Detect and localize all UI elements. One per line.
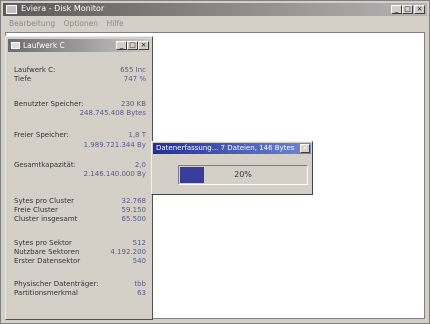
menu-bar: Bearbeitung Optionen Hilfe [3, 18, 427, 30]
free-clusters-value: 59.150 [121, 206, 147, 214]
bytes-per-sector-value: 512 [132, 239, 146, 247]
drive-row: Laufwerk C: 655 Inc [14, 66, 146, 75]
sectors-per-cluster-label: Sytes pro Cluster [14, 197, 75, 205]
depth-row: Tiefe 747 % [14, 75, 146, 84]
app-icon [6, 5, 17, 14]
physical-carrier-row: Physischer Datenträger: tbb [14, 280, 146, 289]
main-window-title: Eviera - Disk Monitor [21, 4, 105, 13]
clusters-total-label: Cluster insgesamt [14, 215, 78, 223]
depth-value: 747 % [123, 75, 146, 83]
physical-carrier-label: Physischer Datenträger: [14, 280, 99, 288]
drive-window-title-bar[interactable]: Laufwerk C _ □ × [8, 39, 150, 52]
used-row: Benutzter Speicher: 230 KB [14, 100, 146, 109]
usable-sectors-row: Nutzbare Sektoren 4.192.200 [14, 248, 146, 257]
main-title-bar[interactable]: Eviera - Disk Monitor _ □ × [3, 3, 427, 16]
drive-label: Laufwerk C: [14, 66, 56, 74]
clusters-total-row: Cluster insgesamt 65.500 [14, 215, 146, 224]
capacity-row: Gesamtkapazität: 2,0 [14, 161, 146, 170]
usable-sectors-value: 4.192.200 [110, 248, 146, 256]
usable-sectors-label: Nutzbare Sektoren [14, 248, 80, 256]
drive-window-title: Laufwerk C [23, 41, 65, 50]
partition-label: Partitionsmerkmal [14, 289, 78, 297]
drive-close-button[interactable]: × [138, 41, 149, 50]
free-value: 1,8 T [128, 131, 146, 139]
bytes-per-sector-label: Sytes pro Sektor [14, 239, 72, 247]
progress-dialog-title: Datenerfassung... 7 Dateien, 146 Bytes [156, 144, 295, 152]
progress-dialog-title-bar[interactable]: Datenerfassung... 7 Dateien, 146 Bytes × [153, 143, 311, 154]
drive-minimize-button[interactable]: _ [116, 41, 127, 50]
depth-label: Tiefe [14, 75, 32, 83]
drive-info-window: Laufwerk C _ □ × Laufwerk C: 655 Inc Tie… [5, 36, 153, 320]
minimize-button[interactable]: _ [391, 5, 402, 14]
physical-carrier-value: tbb [134, 280, 146, 288]
free-clusters-row: Freie Cluster 59.150 [14, 206, 146, 215]
used-label: Benutzter Speicher: [14, 100, 84, 108]
first-data-sector-row: Erster Datensektor 540 [14, 257, 146, 266]
first-data-sector-label: Erster Datensektor [14, 257, 81, 265]
drive-maximize-button[interactable]: □ [127, 41, 138, 50]
drive-window-icon [11, 42, 20, 49]
capacity-value: 2,0 [134, 161, 146, 169]
first-data-sector-value: 540 [132, 257, 146, 265]
capacity-bytes: 2.146.140.000 By [83, 170, 146, 178]
progress-dialog-close-button[interactable]: × [300, 144, 310, 153]
used-value: 230 KB [121, 100, 146, 108]
free-row: Freier Speicher: 1,8 T [14, 131, 146, 140]
menu-bearbeitung[interactable]: Bearbeitung [9, 18, 55, 30]
capacity-label: Gesamtkapazität: [14, 161, 76, 169]
clusters-total-value: 65.500 [121, 215, 147, 223]
sectors-per-cluster-row: Sytes pro Cluster 32.768 [14, 197, 146, 206]
partition-value: 63 [137, 289, 146, 297]
progress-percent-label: 20% [234, 170, 252, 179]
free-clusters-label: Freie Cluster [14, 206, 58, 214]
menu-optionen[interactable]: Optionen [64, 18, 98, 30]
sectors-per-cluster-value: 32.768 [121, 197, 147, 205]
progress-dialog: Datenerfassung... 7 Dateien, 146 Bytes ×… [151, 141, 313, 195]
free-bytes: 1.989.721.344 By [83, 141, 146, 149]
progress-bar: 20% [178, 165, 308, 185]
partition-row: Partitionsmerkmal 63 [14, 289, 146, 298]
used-bytes: 248.745.408 Bytes [79, 109, 146, 117]
drive-value: 655 Inc [120, 66, 146, 74]
free-label: Freier Speicher: [14, 131, 69, 139]
bytes-per-sector-row: Sytes pro Sektor 512 [14, 239, 146, 248]
close-button[interactable]: × [414, 5, 425, 14]
maximize-button[interactable]: □ [402, 5, 413, 14]
menu-hilfe[interactable]: Hilfe [107, 18, 124, 30]
